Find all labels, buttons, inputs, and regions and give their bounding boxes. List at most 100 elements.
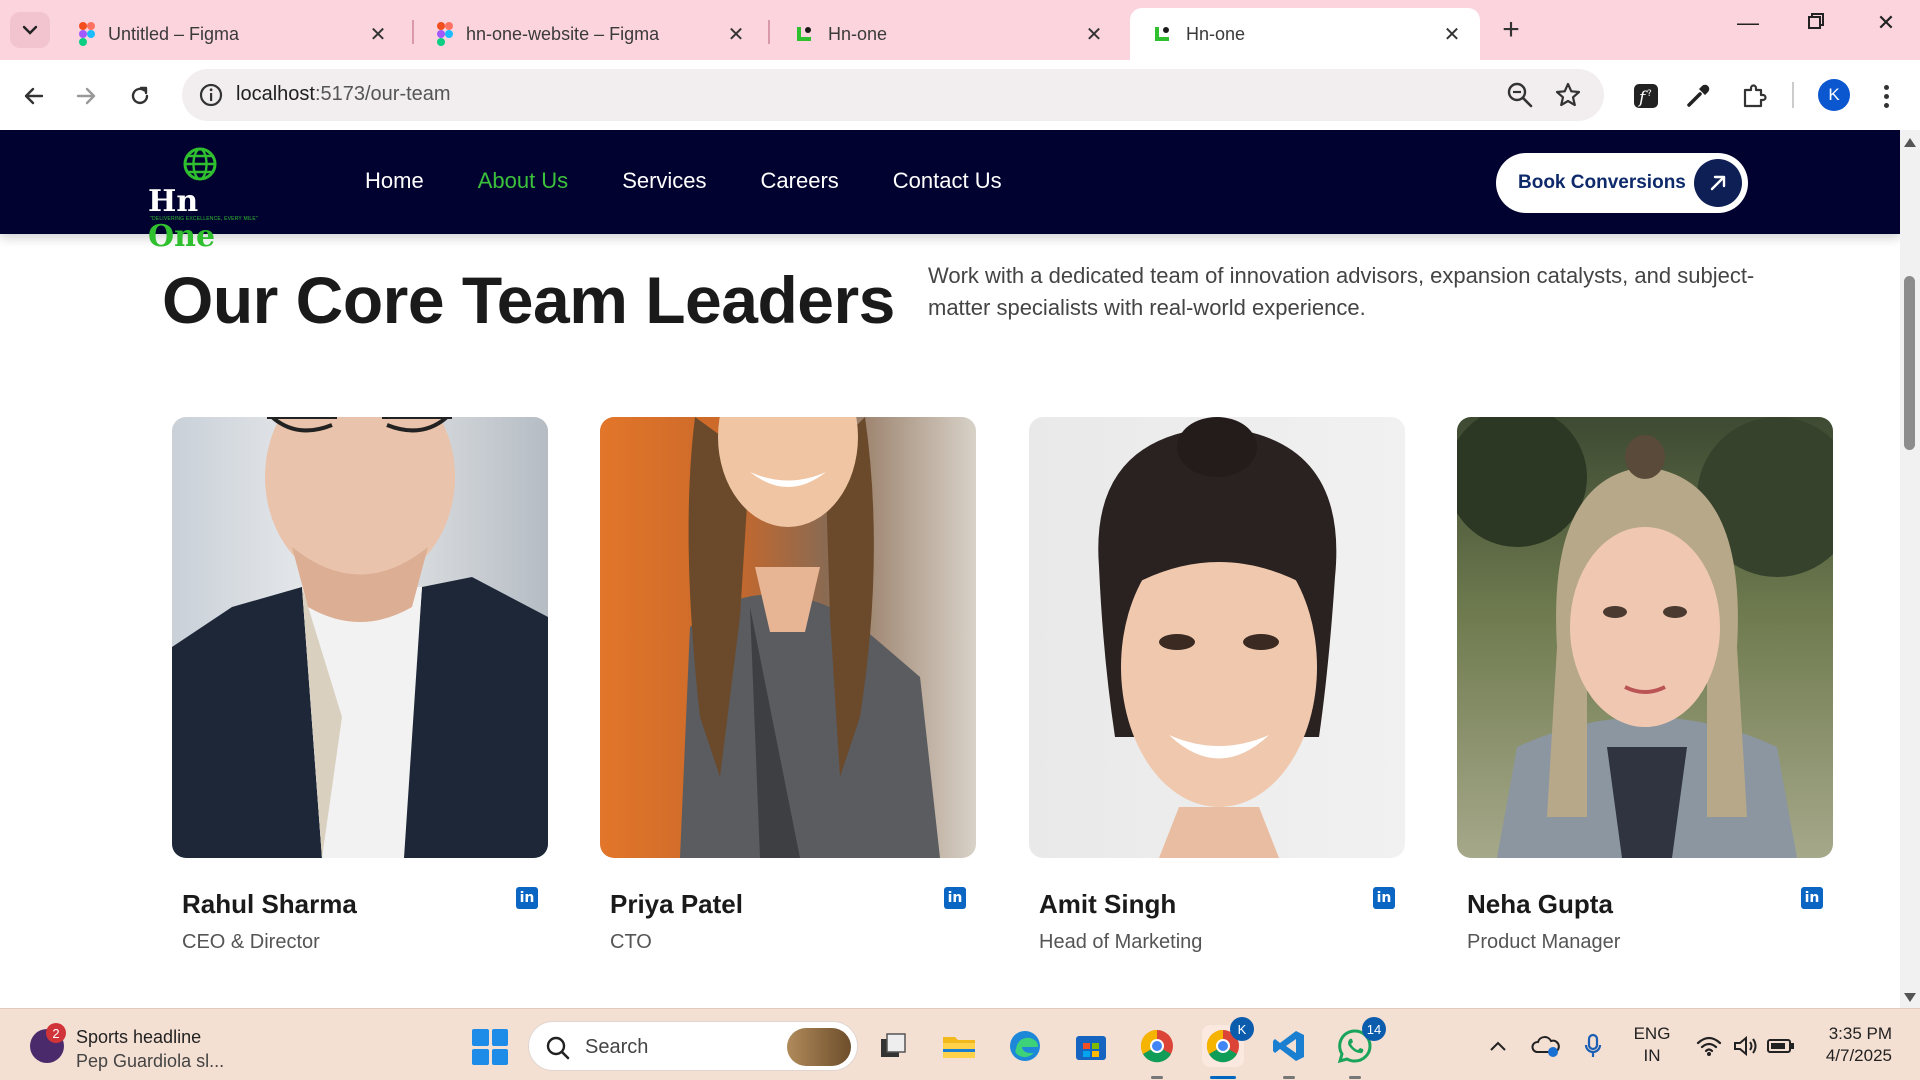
url-text[interactable]: localhost:5173/our-team <box>236 83 451 106</box>
linkedin-icon[interactable]: in <box>516 887 538 909</box>
close-icon[interactable]: ✕ <box>1440 22 1464 47</box>
browser-tab-untitled-figma[interactable]: Untitled – Figma ✕ <box>56 8 406 60</box>
tab-title: Hn-one <box>1186 23 1246 44</box>
search-icon <box>546 1036 570 1060</box>
url-host: localhost <box>236 83 315 105</box>
close-icon[interactable]: ✕ <box>724 22 748 47</box>
taskbar-app-chrome-profile[interactable] <box>1136 1025 1178 1079</box>
browser-tab-hn-one-active[interactable]: Hn-one ✕ <box>1130 8 1480 60</box>
member-name: Priya Patel <box>610 889 743 919</box>
vscode-icon <box>1273 1031 1304 1061</box>
site-favicon-icon <box>797 27 811 41</box>
wifi-tray-button[interactable] <box>1694 1031 1724 1061</box>
eyedropper-icon <box>1687 84 1710 107</box>
extensions-button[interactable] <box>1736 78 1772 114</box>
toolbar-divider <box>1792 82 1794 108</box>
close-icon[interactable]: ✕ <box>1082 22 1106 47</box>
tab-search-dropdown[interactable] <box>10 12 50 48</box>
member-role: Product Manager <box>1467 931 1621 953</box>
arrow-left-icon <box>24 87 44 105</box>
show-hidden-icons-button[interactable] <box>1486 1031 1510 1061</box>
nav-services[interactable]: Services <box>622 168 706 194</box>
reload-button[interactable] <box>120 76 160 116</box>
bookmark-star-icon[interactable] <box>1554 81 1582 109</box>
widget-badge: 2 <box>46 1023 66 1043</box>
cloud-icon <box>1531 1036 1560 1057</box>
browser-tab-hn-one[interactable]: Hn-one ✕ <box>772 8 1122 60</box>
taskbar-app-store[interactable] <box>1070 1025 1112 1067</box>
windows-start-button[interactable] <box>472 1029 508 1065</box>
arrow-right-icon <box>76 87 96 105</box>
close-window-button[interactable]: ✕ <box>1866 10 1906 36</box>
page-scrollbar[interactable] <box>1900 130 1920 1008</box>
chrome-icon <box>1140 1029 1173 1063</box>
widget-title: Sports headline <box>76 1027 202 1047</box>
task-view-icon <box>881 1033 906 1057</box>
site-logo[interactable]: Hn One "DELIVERING EXCELLENCE, EVERY MIL… <box>146 146 262 254</box>
restore-icon <box>1808 13 1824 29</box>
taskbar-app-edge[interactable] <box>1004 1025 1046 1067</box>
tab-title: Untitled – Figma <box>108 23 240 44</box>
minimize-button[interactable]: — <box>1728 10 1768 36</box>
figma-icon <box>437 22 453 46</box>
color-picker-extension-button[interactable] <box>1680 78 1716 114</box>
taskbar-app-vscode[interactable] <box>1268 1025 1310 1079</box>
volume-tray-button[interactable] <box>1730 1031 1760 1061</box>
nav-contact-us[interactable]: Contact Us <box>893 168 1002 194</box>
clock-time: 3:35 PM <box>1828 1024 1892 1043</box>
windows-taskbar: 2 Sports headline Pep Guardiola sl... Se… <box>0 1008 1920 1080</box>
back-button[interactable] <box>14 76 54 116</box>
fonts-extension-button[interactable]: f? <box>1628 78 1664 114</box>
restore-button[interactable] <box>1796 10 1836 36</box>
member-photo <box>600 417 976 858</box>
tab-title: hn-one-website – Figma <box>466 23 660 44</box>
forward-button[interactable] <box>66 76 106 116</box>
system-clock[interactable]: 3:35 PM 4/7/2025 <box>1800 1023 1892 1067</box>
taskbar-app-file-explorer[interactable] <box>938 1025 980 1067</box>
section-title: Our Core Team Leaders <box>162 263 895 337</box>
nav-home[interactable]: Home <box>365 168 424 194</box>
member-name: Neha Gupta <box>1467 889 1613 919</box>
linkedin-icon[interactable]: in <box>1373 887 1395 909</box>
zoom-icon[interactable] <box>1506 81 1534 109</box>
onedrive-tray-button[interactable] <box>1530 1031 1562 1061</box>
taskbar-app-task-view[interactable] <box>872 1025 914 1067</box>
input-language-indicator[interactable]: ENG IN <box>1630 1023 1674 1067</box>
taskbar-search[interactable]: Search <box>528 1021 858 1071</box>
linkedin-icon[interactable]: in <box>1801 887 1823 909</box>
nav-careers[interactable]: Careers <box>761 168 839 194</box>
url-path: :5173/our-team <box>314 83 451 105</box>
battery-icon <box>1767 1039 1794 1053</box>
microphone-tray-button[interactable] <box>1580 1031 1606 1061</box>
taskbar-app-chrome-active[interactable]: K <box>1202 1017 1254 1079</box>
store-icon <box>1076 1036 1106 1060</box>
close-icon[interactable]: ✕ <box>366 22 390 47</box>
folder-icon <box>943 1037 975 1058</box>
nav-about-us[interactable]: About Us <box>478 168 569 194</box>
profile-avatar[interactable]: K <box>1818 79 1850 111</box>
new-tab-button[interactable]: + <box>1494 13 1528 47</box>
member-photo <box>172 417 548 858</box>
linkedin-icon[interactable]: in <box>944 887 966 909</box>
globe-icon <box>183 147 217 181</box>
scroll-up-arrow[interactable] <box>1904 138 1916 147</box>
address-bar[interactable]: localhost:5173/our-team <box>182 69 1604 121</box>
cta-label: Book Conversions <box>1518 172 1686 193</box>
tab-title: Hn-one <box>828 23 888 44</box>
widget-subtitle: Pep Guardiola sl... <box>76 1051 225 1071</box>
arrow-up-right-icon <box>1694 159 1742 207</box>
scrollbar-thumb[interactable] <box>1904 276 1915 450</box>
site-info-icon[interactable] <box>198 82 224 108</box>
profile-badge: K <box>1230 1017 1254 1041</box>
browser-tab-hn-one-figma[interactable]: hn-one-website – Figma ✕ <box>414 8 764 60</box>
browser-menu-button[interactable] <box>1874 78 1898 114</box>
book-conversions-button[interactable]: Book Conversions <box>1496 153 1748 213</box>
scroll-down-arrow[interactable] <box>1904 993 1916 1002</box>
news-widget[interactable]: 2 Sports headline Pep Guardiola sl... <box>30 1021 230 1071</box>
font-extension-icon: f? <box>1634 84 1658 108</box>
team-member-card: Neha Gupta Product Manager in <box>1457 417 1833 953</box>
taskbar-app-whatsapp[interactable]: 14 <box>1334 1017 1386 1079</box>
svg-text:?: ? <box>1647 89 1652 99</box>
battery-tray-button[interactable] <box>1766 1031 1796 1061</box>
member-name: Amit Singh <box>1039 889 1177 919</box>
